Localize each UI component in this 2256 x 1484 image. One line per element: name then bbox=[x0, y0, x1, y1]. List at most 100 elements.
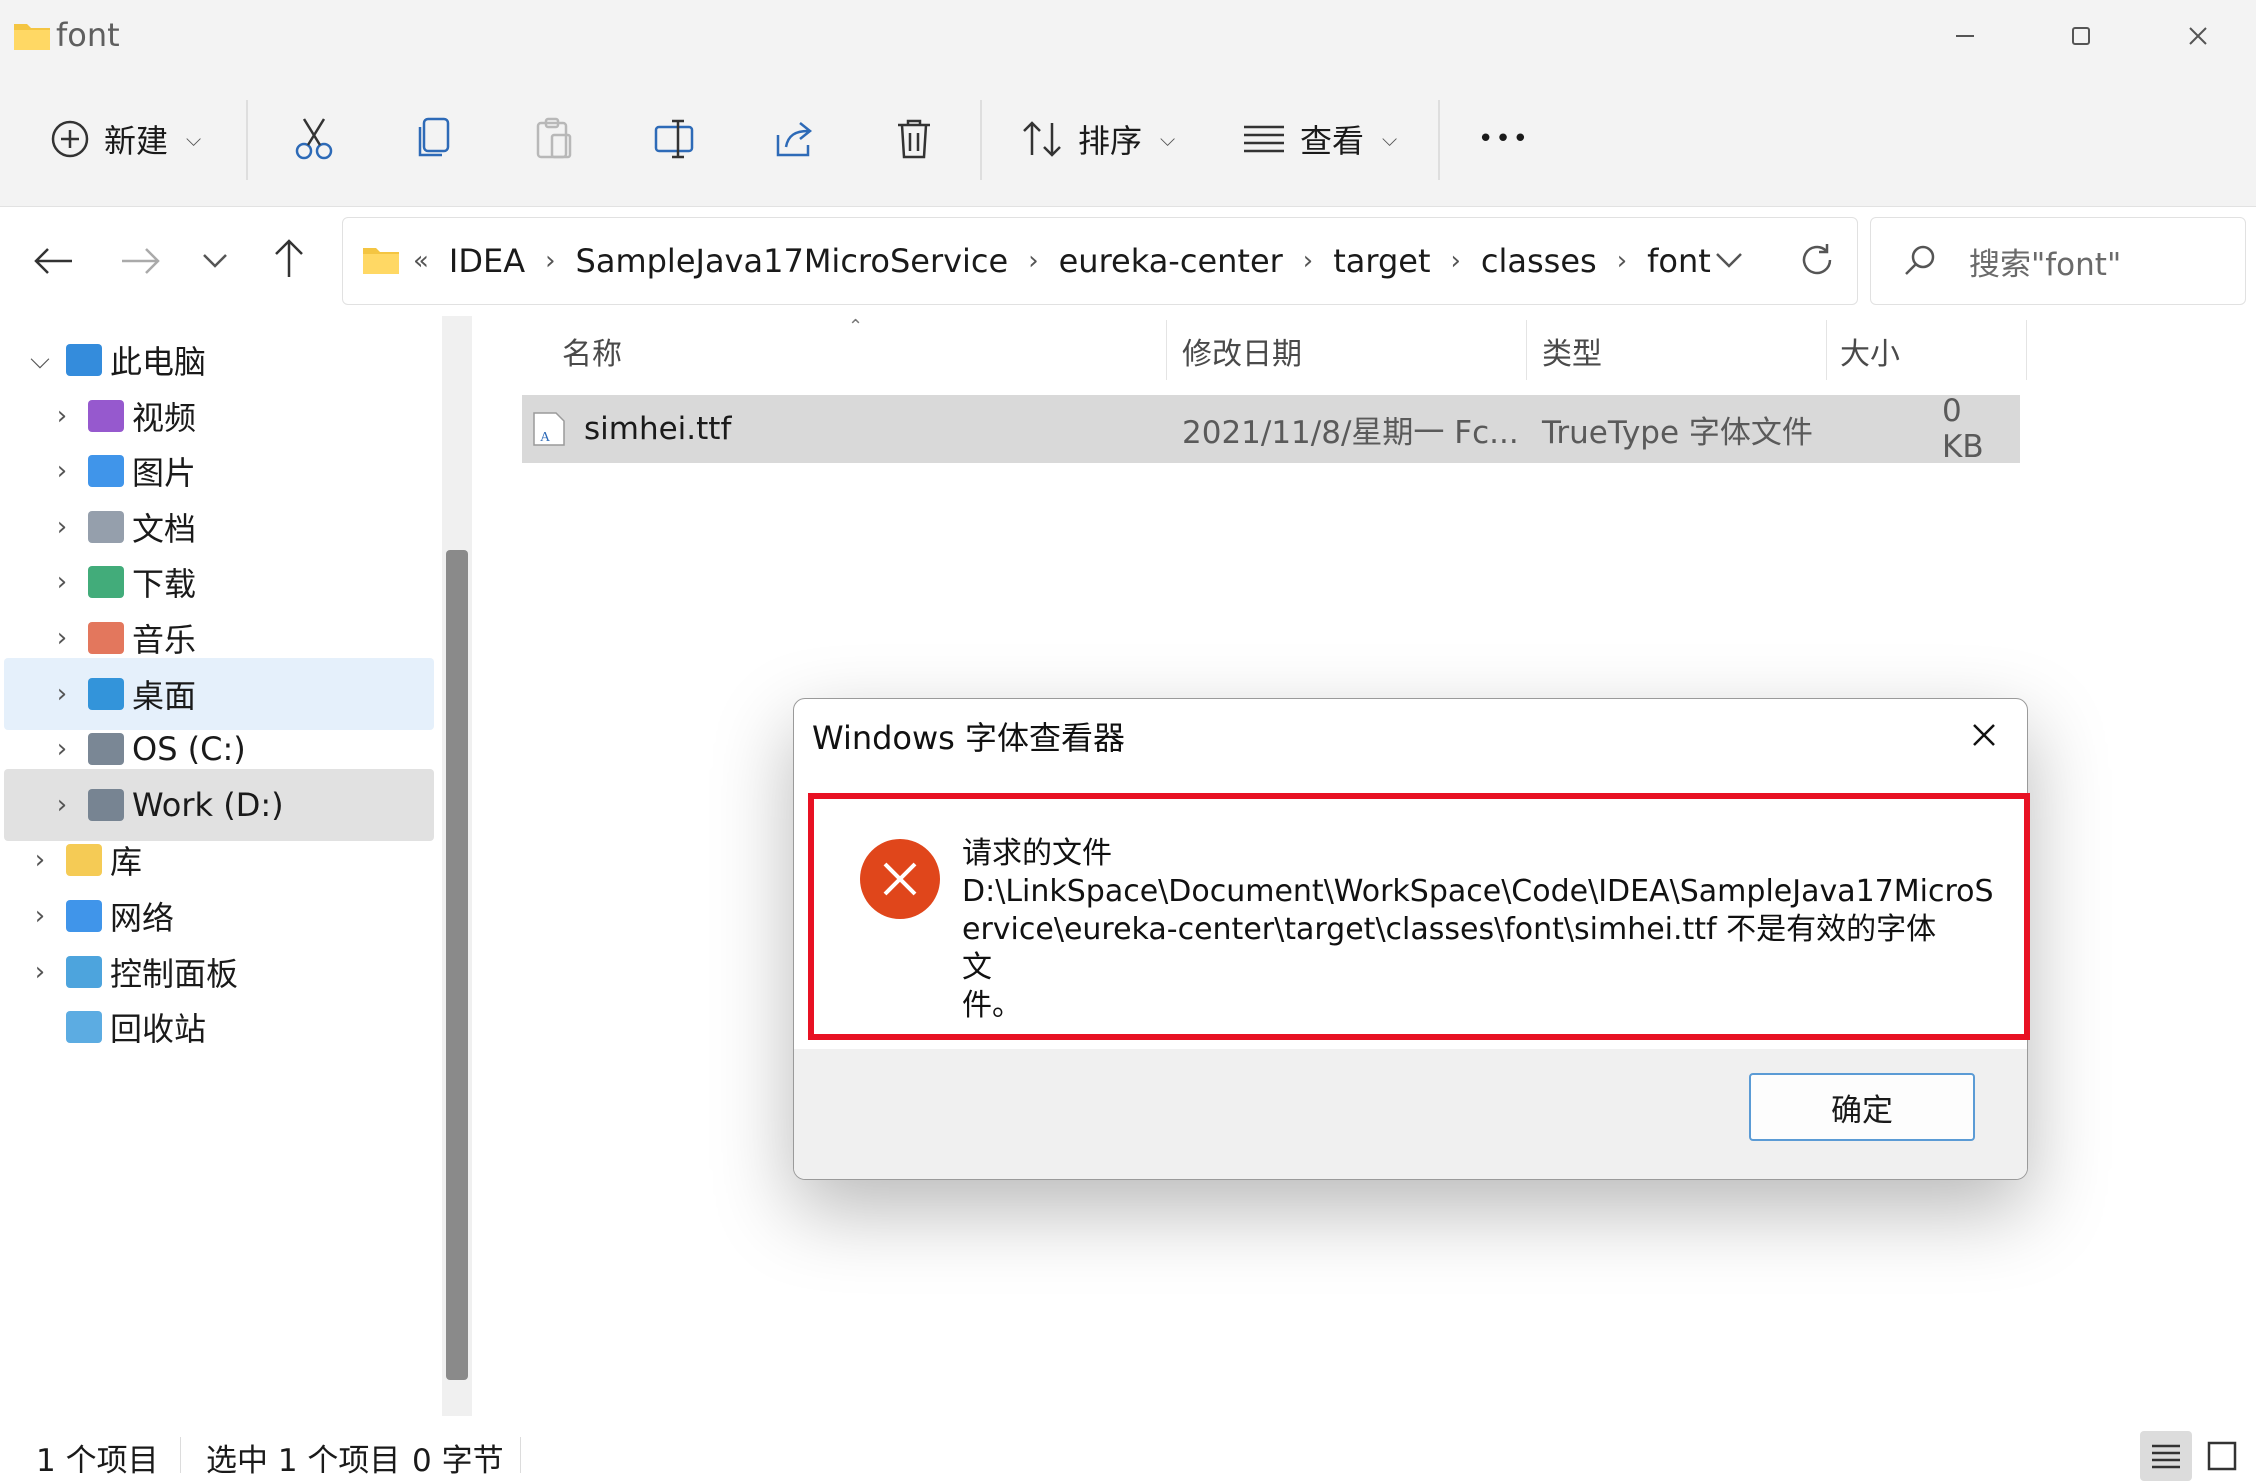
recycle-bin-icon bbox=[66, 1011, 102, 1044]
chevron-down-icon: ⌵ bbox=[186, 127, 202, 151]
breadcrumb-item[interactable]: IDEA bbox=[449, 242, 525, 280]
sidebar-item[interactable]: 回收站 bbox=[4, 991, 434, 1063]
minimize-button[interactable] bbox=[1907, 0, 2023, 72]
chevron-down-icon: ⌵ bbox=[1160, 127, 1176, 151]
music-folder-icon bbox=[88, 622, 124, 654]
chevron-right-icon[interactable]: › bbox=[50, 456, 74, 486]
breadcrumb-separator-icon: › bbox=[1616, 246, 1628, 276]
view-list-icon bbox=[1244, 125, 1284, 153]
column-header-date[interactable]: 修改日期 bbox=[1182, 316, 1302, 386]
maximize-button[interactable] bbox=[2023, 0, 2139, 72]
chevron-right-icon[interactable]: › bbox=[50, 401, 74, 431]
forward-button[interactable] bbox=[116, 241, 166, 281]
search-box[interactable]: 搜索"font" bbox=[1870, 217, 2246, 305]
up-button[interactable] bbox=[266, 235, 312, 281]
downloads-folder-icon bbox=[88, 566, 124, 599]
sort-button[interactable]: 排序 ⌵ bbox=[1020, 72, 1175, 206]
breadcrumb-overflow[interactable]: « bbox=[413, 246, 429, 276]
ok-button[interactable]: 确定 bbox=[1749, 1073, 1975, 1141]
address-bar[interactable]: « IDEA › SampleJava17MicroService › eure… bbox=[342, 217, 1858, 305]
scrollbar-thumb[interactable] bbox=[446, 550, 468, 1380]
delete-icon bbox=[898, 119, 930, 159]
folder-icon bbox=[361, 242, 401, 276]
share-button[interactable] bbox=[772, 72, 816, 206]
paste-button[interactable] bbox=[534, 72, 574, 206]
new-button[interactable]: 新建 ⌵ bbox=[50, 72, 201, 206]
tiles-view-icon bbox=[2207, 1441, 2237, 1471]
command-bar: 新建 ⌵ 排序 ⌵ 查看 ⌵ ••• bbox=[0, 72, 2256, 207]
recent-locations-button[interactable] bbox=[200, 249, 230, 273]
delete-button[interactable] bbox=[894, 72, 934, 206]
close-icon bbox=[1973, 724, 1995, 746]
chevron-down-icon[interactable]: ⌵ bbox=[28, 345, 52, 376]
breadcrumb-item[interactable]: target bbox=[1333, 242, 1430, 280]
chevron-right-icon[interactable]: › bbox=[50, 512, 74, 542]
control-panel-icon bbox=[66, 955, 102, 988]
status-divider bbox=[520, 1437, 521, 1473]
breadcrumb-item[interactable]: eureka-center bbox=[1059, 242, 1283, 280]
dialog-title: Windows 字体查看器 bbox=[812, 719, 1126, 757]
column-divider[interactable] bbox=[2026, 320, 2027, 380]
breadcrumb-separator-icon: › bbox=[1302, 246, 1314, 276]
chevron-right-icon[interactable]: › bbox=[28, 845, 52, 875]
rename-button[interactable] bbox=[652, 72, 696, 206]
file-date: 2021/11/8/星期一 Fc... bbox=[1182, 414, 1519, 451]
toolbar-divider bbox=[980, 100, 982, 180]
dialog-close-button[interactable] bbox=[1944, 699, 2024, 771]
chevron-right-icon[interactable]: › bbox=[50, 679, 74, 709]
drive-d-icon bbox=[88, 788, 124, 821]
sidebar-item-label: 文档 bbox=[132, 509, 197, 548]
details-view-button[interactable] bbox=[2140, 1431, 2192, 1481]
view-button[interactable]: 查看 ⌵ bbox=[1242, 72, 1397, 206]
breadcrumb-item[interactable]: classes bbox=[1481, 242, 1597, 280]
documents-folder-icon bbox=[88, 510, 124, 543]
libraries-icon bbox=[66, 844, 102, 877]
sidebar-item-label: OS (C:) bbox=[132, 730, 246, 769]
refresh-button[interactable] bbox=[1797, 240, 1837, 280]
chevron-right-icon[interactable]: › bbox=[50, 734, 74, 764]
sort-ascending-icon: ⌃ bbox=[848, 316, 864, 337]
column-header-name[interactable]: 名称 bbox=[562, 316, 622, 386]
sidebar-item-label: 控制面板 bbox=[110, 954, 239, 993]
column-divider[interactable] bbox=[1526, 320, 1527, 380]
close-button[interactable] bbox=[2140, 0, 2256, 72]
chevron-right-icon[interactable]: › bbox=[50, 567, 74, 597]
file-row[interactable]: A simhei.ttf 2021/11/8/星期一 Fc... TrueTyp… bbox=[522, 393, 2020, 465]
chevron-right-icon[interactable]: › bbox=[28, 901, 52, 931]
column-divider[interactable] bbox=[1826, 320, 1827, 380]
breadcrumb-item[interactable]: font bbox=[1647, 242, 1711, 280]
chevron-right-icon[interactable]: › bbox=[28, 957, 52, 987]
sidebar-item-label: Work (D:) bbox=[132, 785, 284, 824]
dialog-footer: 确定 bbox=[794, 1049, 2027, 1179]
videos-folder-icon bbox=[88, 399, 124, 432]
breadcrumb-separator-icon: › bbox=[1450, 246, 1461, 276]
item-count: 1 个项目 bbox=[36, 1443, 159, 1479]
view-label: 查看 bbox=[1300, 122, 1365, 160]
breadcrumb-separator-icon: › bbox=[1028, 246, 1039, 276]
column-divider[interactable] bbox=[1166, 320, 1167, 380]
large-icons-view-button[interactable] bbox=[2196, 1431, 2248, 1481]
copy-button[interactable] bbox=[414, 72, 454, 206]
toolbar-divider bbox=[1438, 100, 1440, 180]
desktop-folder-icon bbox=[88, 677, 124, 710]
highlight-box bbox=[808, 793, 2030, 1040]
sort-icon bbox=[1023, 121, 1061, 157]
column-header-size[interactable]: 大小 bbox=[1840, 316, 1900, 386]
paste-icon bbox=[536, 117, 572, 159]
breadcrumb-item[interactable]: SampleJava17MicroService bbox=[576, 242, 1009, 280]
chevron-down-icon: ⌵ bbox=[1382, 127, 1398, 151]
chevron-right-icon[interactable]: › bbox=[50, 623, 74, 653]
sidebar-item-label: 音乐 bbox=[132, 621, 197, 659]
address-history-button[interactable] bbox=[1713, 246, 1745, 274]
cut-icon bbox=[295, 118, 333, 160]
arrow-right-icon bbox=[122, 248, 160, 274]
search-input[interactable]: 搜索"font" bbox=[1969, 218, 2121, 304]
more-options-button[interactable]: ••• bbox=[1478, 72, 1530, 206]
sidebar-item-label: 库 bbox=[110, 843, 143, 882]
file-name: simhei.ttf bbox=[584, 411, 732, 447]
back-button[interactable] bbox=[28, 241, 78, 281]
cut-button[interactable] bbox=[294, 72, 334, 206]
chevron-right-icon[interactable]: › bbox=[50, 790, 74, 820]
close-icon bbox=[2189, 27, 2207, 45]
column-header-type[interactable]: 类型 bbox=[1542, 316, 1602, 386]
